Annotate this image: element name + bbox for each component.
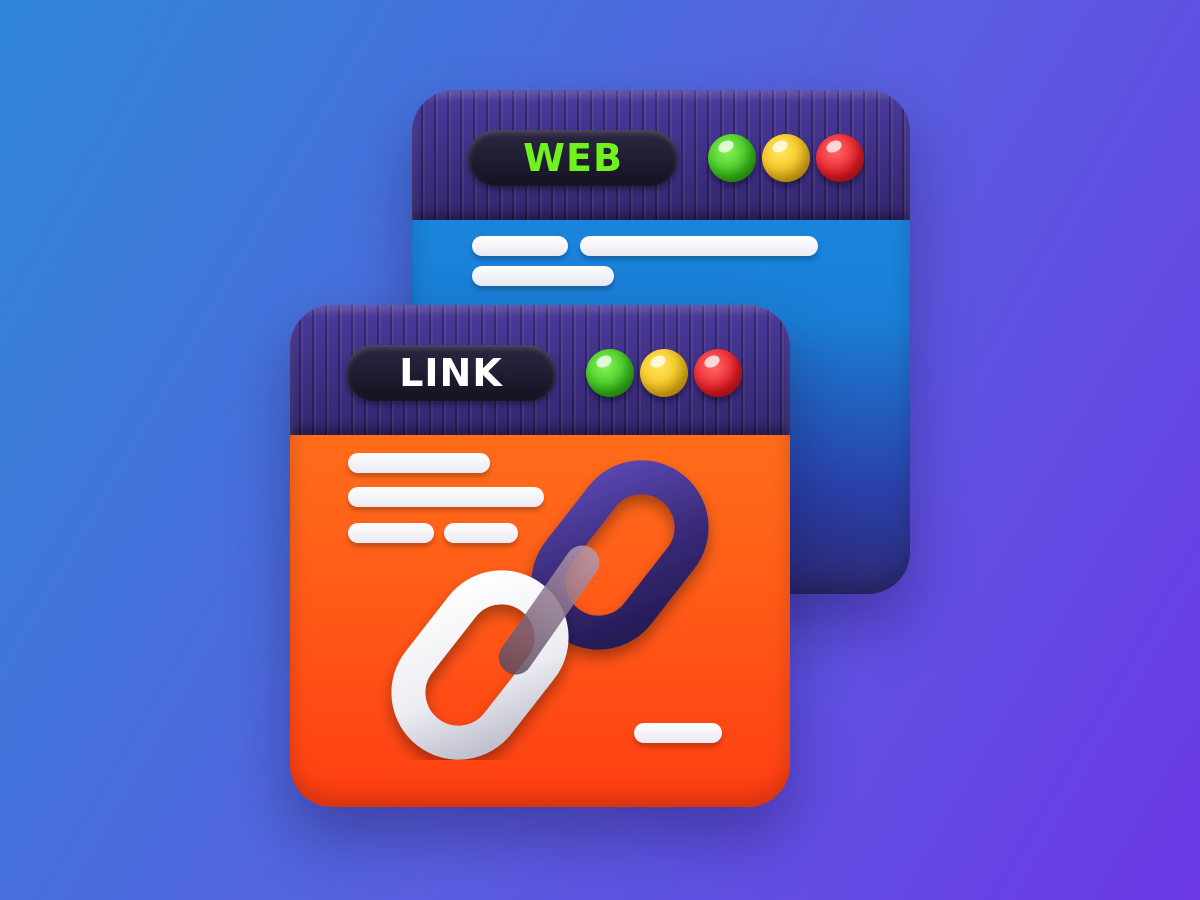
- chain-link-icon: [391, 460, 709, 760]
- link-title-pill: LINK: [346, 345, 556, 401]
- text-line-placeholder: [472, 266, 614, 286]
- yellow-button-icon[interactable]: [640, 349, 688, 397]
- text-line-placeholder: [580, 236, 818, 256]
- green-button-icon[interactable]: [708, 134, 756, 182]
- web-title-pill: WEB: [468, 130, 678, 186]
- red-button-icon[interactable]: [816, 134, 864, 182]
- green-button-icon[interactable]: [586, 349, 634, 397]
- link-titlebar: LINK: [290, 305, 790, 435]
- text-line-placeholder: [472, 236, 568, 256]
- red-button-icon[interactable]: [694, 349, 742, 397]
- yellow-button-icon[interactable]: [762, 134, 810, 182]
- web-titlebar: WEB: [412, 90, 910, 220]
